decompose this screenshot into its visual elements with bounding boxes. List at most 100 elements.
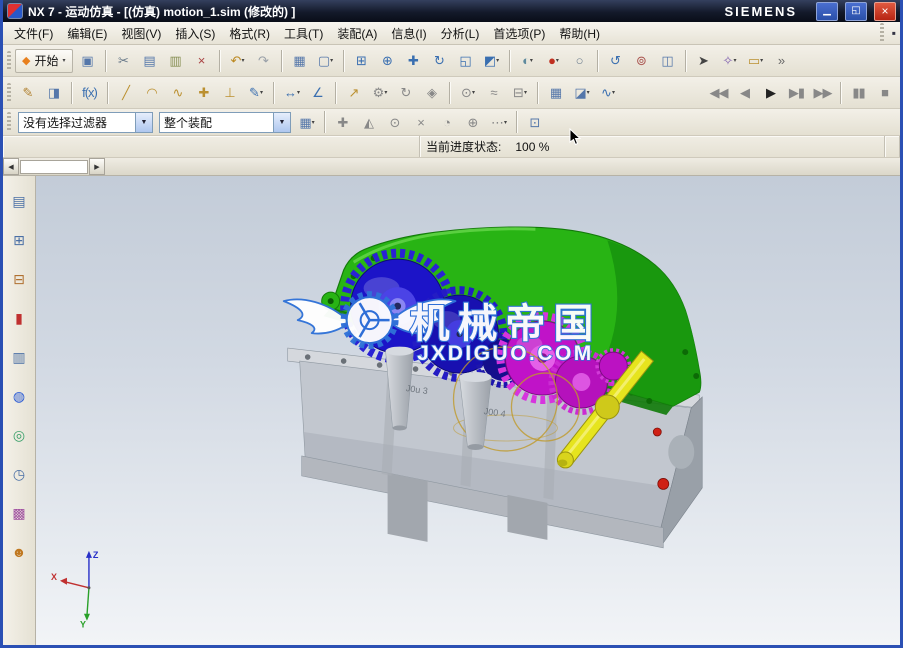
snap-endpoint-icon[interactable]: ✚ [330, 110, 356, 134]
window-layout-icon[interactable]: ◫ [655, 49, 681, 73]
spring-icon[interactable]: ≈ [481, 81, 507, 105]
menu-item[interactable]: 编辑(E) [60, 23, 114, 44]
spline-icon[interactable]: ∿ [165, 81, 191, 105]
tab-scroll-left-button[interactable]: ◀ [3, 158, 19, 175]
save-icon[interactable]: ▣ [75, 49, 101, 73]
part-navigator-icon[interactable]: ⊟ [6, 266, 32, 292]
rotate-view-icon[interactable]: ↻ [427, 49, 453, 73]
menu-item[interactable]: 插入(S) [168, 23, 222, 44]
new-simulation-icon[interactable]: ✎ [15, 81, 41, 105]
face-analysis-icon[interactable]: ●▾ [541, 49, 567, 73]
menu-item[interactable]: 格式(R) [222, 23, 277, 44]
tab-list[interactable] [20, 160, 88, 174]
system-materials-icon[interactable]: ▩ [6, 500, 32, 526]
pause-icon[interactable]: ▮▮ [846, 81, 872, 105]
arc-icon[interactable]: ◠ [139, 81, 165, 105]
marker-icon[interactable]: ◈ [419, 81, 445, 105]
environment-icon[interactable]: ◨ [41, 81, 67, 105]
cut-icon[interactable]: ✂ [111, 49, 137, 73]
web-browser-icon[interactable]: ◍ [6, 383, 32, 409]
window-icon[interactable]: ▢▾ [313, 49, 339, 73]
measure-angle-icon[interactable]: ∠ [305, 81, 331, 105]
update-display-icon[interactable]: ⊚ [629, 49, 655, 73]
orient-view-icon[interactable]: ◩▾ [479, 49, 505, 73]
menu-item[interactable]: 工具(T) [277, 23, 330, 44]
expression-icon[interactable]: f(x) [77, 81, 103, 105]
menu-window-icon[interactable]: ▪ [892, 26, 896, 40]
datum-plane-icon[interactable]: ⊥ [217, 81, 243, 105]
fast-forward-icon[interactable]: ▶▶ [810, 81, 836, 105]
perspective-icon[interactable]: ◱ [453, 49, 479, 73]
menu-item[interactable]: 装配(A) [330, 23, 384, 44]
menu-item[interactable]: 文件(F) [7, 23, 60, 44]
menu-item[interactable]: 分析(L) [434, 23, 487, 44]
redo-icon[interactable]: ↷ [251, 49, 277, 73]
menu-right-toolbar: ▪ [878, 23, 896, 43]
snap-intersection-icon[interactable]: × [408, 110, 434, 134]
point-icon[interactable]: ✚ [191, 81, 217, 105]
viewport-3d[interactable]: J0u 3 J00 4 机械帝国 JXDIGUO.COM [36, 176, 900, 645]
close-button[interactable]: × [874, 2, 896, 21]
gearbox-model[interactable]: J0u 3 J00 4 [288, 227, 703, 548]
line-icon[interactable]: ╱ [113, 81, 139, 105]
reuse-library-icon[interactable]: ▥ [6, 344, 32, 370]
measure-distance-icon[interactable]: ↔▾ [279, 81, 305, 105]
assembly-navigator-icon[interactable]: ▤ [6, 188, 32, 214]
selection-scope-icon[interactable]: ▦▾ [294, 110, 320, 134]
damper-icon[interactable]: ⊟▾ [507, 81, 533, 105]
preview-selection-icon[interactable]: ⊡ [522, 110, 548, 134]
screenshot-icon[interactable]: ▦ [287, 49, 313, 73]
start-button[interactable]: ◆ 开始 ▾ [15, 49, 73, 73]
measure-icon[interactable]: ▭▾ [743, 49, 769, 73]
hd3d-tools-icon[interactable]: ◎ [6, 422, 32, 448]
snap-center-icon[interactable]: ⊙ [382, 110, 408, 134]
step-back-icon[interactable]: ◀ [732, 81, 758, 105]
link-icon[interactable]: ↗ [341, 81, 367, 105]
graph-icon[interactable]: ∿▾ [595, 81, 621, 105]
menubar: 文件(F)编辑(E)视图(V)插入(S)格式(R)工具(T)装配(A)信息(I)… [3, 22, 900, 45]
zoom-icon[interactable]: ⊕ [375, 49, 401, 73]
menu-item[interactable]: 视图(V) [114, 23, 168, 44]
solution-icon[interactable]: ▦ [543, 81, 569, 105]
chevron-down-icon[interactable]: ▼ [273, 113, 290, 132]
motion-navigator-icon[interactable]: ▮ [6, 305, 32, 331]
minimize-button[interactable]: ▁ [816, 2, 838, 21]
snap-point-icon[interactable]: ✧▾ [717, 49, 743, 73]
joint-icon[interactable]: ⚙▾ [367, 81, 393, 105]
delete-icon[interactable]: × [189, 49, 215, 73]
stop-icon[interactable]: ■ [872, 81, 898, 105]
pan-icon[interactable]: ✚ [401, 49, 427, 73]
selection-filter-dropdown[interactable]: 没有选择过滤器 ▼ [18, 112, 153, 133]
undo-icon[interactable]: ↶▾ [225, 49, 251, 73]
results-icon[interactable]: ◪▾ [569, 81, 595, 105]
snap-point-on-curve-icon[interactable]: ⊕ [460, 110, 486, 134]
snap-quadrant-icon[interactable]: ◔ [434, 110, 460, 134]
history-icon[interactable]: ◷ [6, 461, 32, 487]
paste-icon[interactable]: ▥ [163, 49, 189, 73]
play-icon[interactable]: ▶ [758, 81, 784, 105]
menu-item[interactable]: 帮助(H) [552, 23, 607, 44]
shaded-display-icon[interactable]: ◐▾ [515, 49, 541, 73]
motion-driver-icon[interactable]: ↻ [393, 81, 419, 105]
toolbar-overflow-icon[interactable]: » [769, 49, 795, 73]
snap-more-icon[interactable]: ⋯▾ [486, 110, 512, 134]
menu-item[interactable]: 信息(I) [384, 23, 433, 44]
snap-midpoint-icon[interactable]: ◭ [356, 110, 382, 134]
step-forward-icon[interactable]: ▶▮ [784, 81, 810, 105]
selection-scope-dropdown[interactable]: 整个装配 ▼ [159, 112, 291, 133]
separator [102, 50, 110, 72]
selection-pointer-icon[interactable]: ➤ [691, 49, 717, 73]
connector-icon[interactable]: ⊙▾ [455, 81, 481, 105]
sketch-icon[interactable]: ✎▾ [243, 81, 269, 105]
restore-button[interactable]: ◱ [845, 2, 867, 21]
roles-icon[interactable]: ☻ [6, 539, 32, 565]
constraint-navigator-icon[interactable]: ⊞ [6, 227, 32, 253]
copy-icon[interactable]: ▤ [137, 49, 163, 73]
wireframe-display-icon[interactable]: ○ [567, 49, 593, 73]
rewind-icon[interactable]: ◀◀ [706, 81, 732, 105]
tab-scroll-right-button[interactable]: ▶ [89, 158, 105, 175]
fit-view-icon[interactable]: ⊞ [349, 49, 375, 73]
menu-item[interactable]: 首选项(P) [486, 23, 552, 44]
refresh-view-icon[interactable]: ↺ [603, 49, 629, 73]
chevron-down-icon[interactable]: ▼ [135, 113, 152, 132]
